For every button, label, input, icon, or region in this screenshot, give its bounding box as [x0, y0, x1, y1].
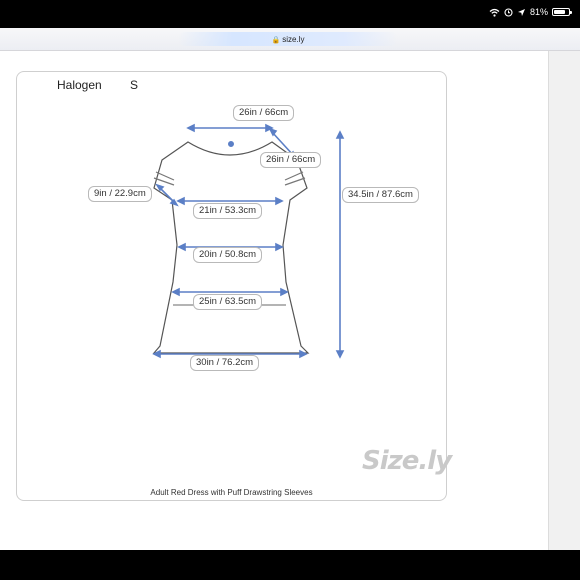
chest-label: 21in / 53.3cm	[193, 203, 263, 219]
url-text: size.ly	[282, 35, 305, 44]
bottom-bar	[0, 550, 580, 580]
size-chart-card: Halogen S 26in / 66cm 26in / 66cm 9in / …	[16, 71, 452, 501]
length-label: 34.5in / 87.6cm	[342, 187, 419, 203]
hip-label: 25in / 63.5cm	[193, 294, 263, 310]
url-display[interactable]: 🔒 size.ly	[178, 35, 398, 44]
lock-icon: 🔒	[271, 37, 281, 44]
location-icon	[517, 8, 525, 16]
browser-address-bar: 🔒 size.ly	[0, 28, 580, 51]
battery-percent: 81%	[529, 7, 548, 17]
status-icons: 81%	[489, 7, 572, 17]
battery-icon	[552, 8, 572, 16]
page-content: Halogen S 26in / 66cm 26in / 66cm 9in / …	[0, 51, 548, 550]
alarm-icon	[504, 7, 513, 17]
battery-level	[554, 10, 566, 14]
product-caption: Adult Red Dress with Puff Drawstring Sle…	[150, 488, 313, 497]
url-field[interactable]: 🔒 size.ly	[178, 32, 398, 46]
sleeve-length-label: 9in / 22.9cm	[88, 186, 152, 202]
wifi-icon	[489, 8, 500, 17]
sizely-logo: Size.ly	[362, 446, 452, 476]
shoulder-label: 26in / 66cm	[260, 152, 322, 168]
scrollbar-track[interactable]	[548, 51, 580, 550]
hem-label: 30in / 76.2cm	[190, 355, 260, 371]
dress-diagram	[152, 123, 345, 359]
status-bar: 81%	[0, 0, 580, 28]
waist-label: 20in / 50.8cm	[193, 247, 263, 263]
neck-width-label: 26in / 66cm	[233, 105, 295, 121]
